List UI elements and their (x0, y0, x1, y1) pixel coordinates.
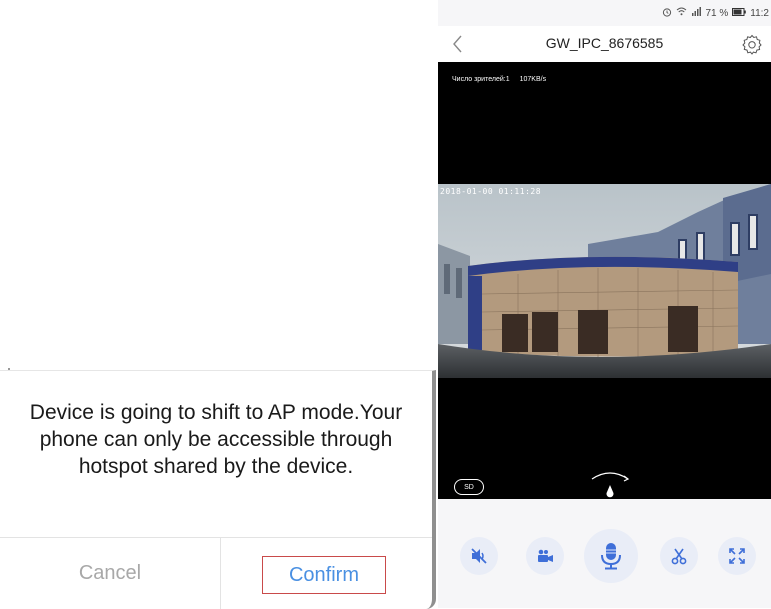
record-button[interactable] (526, 537, 564, 575)
signal-icon (691, 7, 702, 19)
battery-percent: 71 % (705, 7, 729, 19)
dialog-message: Device is going to shift to AP mode.Your… (29, 401, 403, 478)
device-title: GW_IPC_8676585 (545, 35, 664, 51)
cancel-button[interactable]: Cancel (0, 538, 220, 609)
fullscreen-icon (729, 548, 745, 564)
gear-icon (742, 34, 762, 55)
clock-time: 11:2 (750, 7, 769, 19)
stream-info: Число зрителей:1 107KB/s (452, 76, 546, 83)
battery-icon (732, 7, 747, 19)
top-nav-bar: GW_IPC_8676585 (438, 26, 771, 62)
microphone-icon (601, 543, 621, 570)
scissors-icon (671, 548, 687, 565)
speaker-mute-icon (471, 548, 487, 564)
fullscreen-button[interactable] (718, 537, 756, 575)
viewer-count: Число зрителей:1 (452, 76, 510, 83)
chevron-left-icon (453, 35, 462, 53)
sd-quality-button[interactable]: SD (454, 479, 484, 495)
phone-screen: 71 % 11:2 GW_IPC_8676585 Число зрителей:… (438, 0, 771, 608)
talk-button[interactable] (584, 529, 638, 583)
ptz-direction-icon[interactable] (588, 468, 632, 498)
screenshot-button[interactable] (660, 537, 698, 575)
video-camera-icon (538, 549, 553, 562)
dialog-button-divider (220, 538, 221, 609)
osd-timestamp: 2018-01-00 01:11:28 (440, 187, 542, 196)
back-button[interactable] (446, 30, 470, 58)
bitrate: 107KB/s (519, 76, 547, 83)
camera-scene-image (438, 184, 771, 378)
alarm-clock-icon (662, 7, 672, 20)
status-bar: 71 % 11:2 (438, 0, 771, 26)
live-video-view[interactable]: Число зрителей:1 107KB/s 2018-01-00 01:1… (438, 62, 771, 499)
left-panel: Device is going to shift to AP mode.Your… (0, 0, 436, 609)
settings-button[interactable] (741, 33, 763, 55)
control-bar (438, 499, 771, 608)
wifi-icon (676, 7, 687, 19)
camera-image: 2018-01-00 01:11:28 (438, 184, 771, 378)
confirm-button[interactable]: Confirm (262, 556, 386, 594)
mute-button[interactable] (460, 537, 498, 575)
